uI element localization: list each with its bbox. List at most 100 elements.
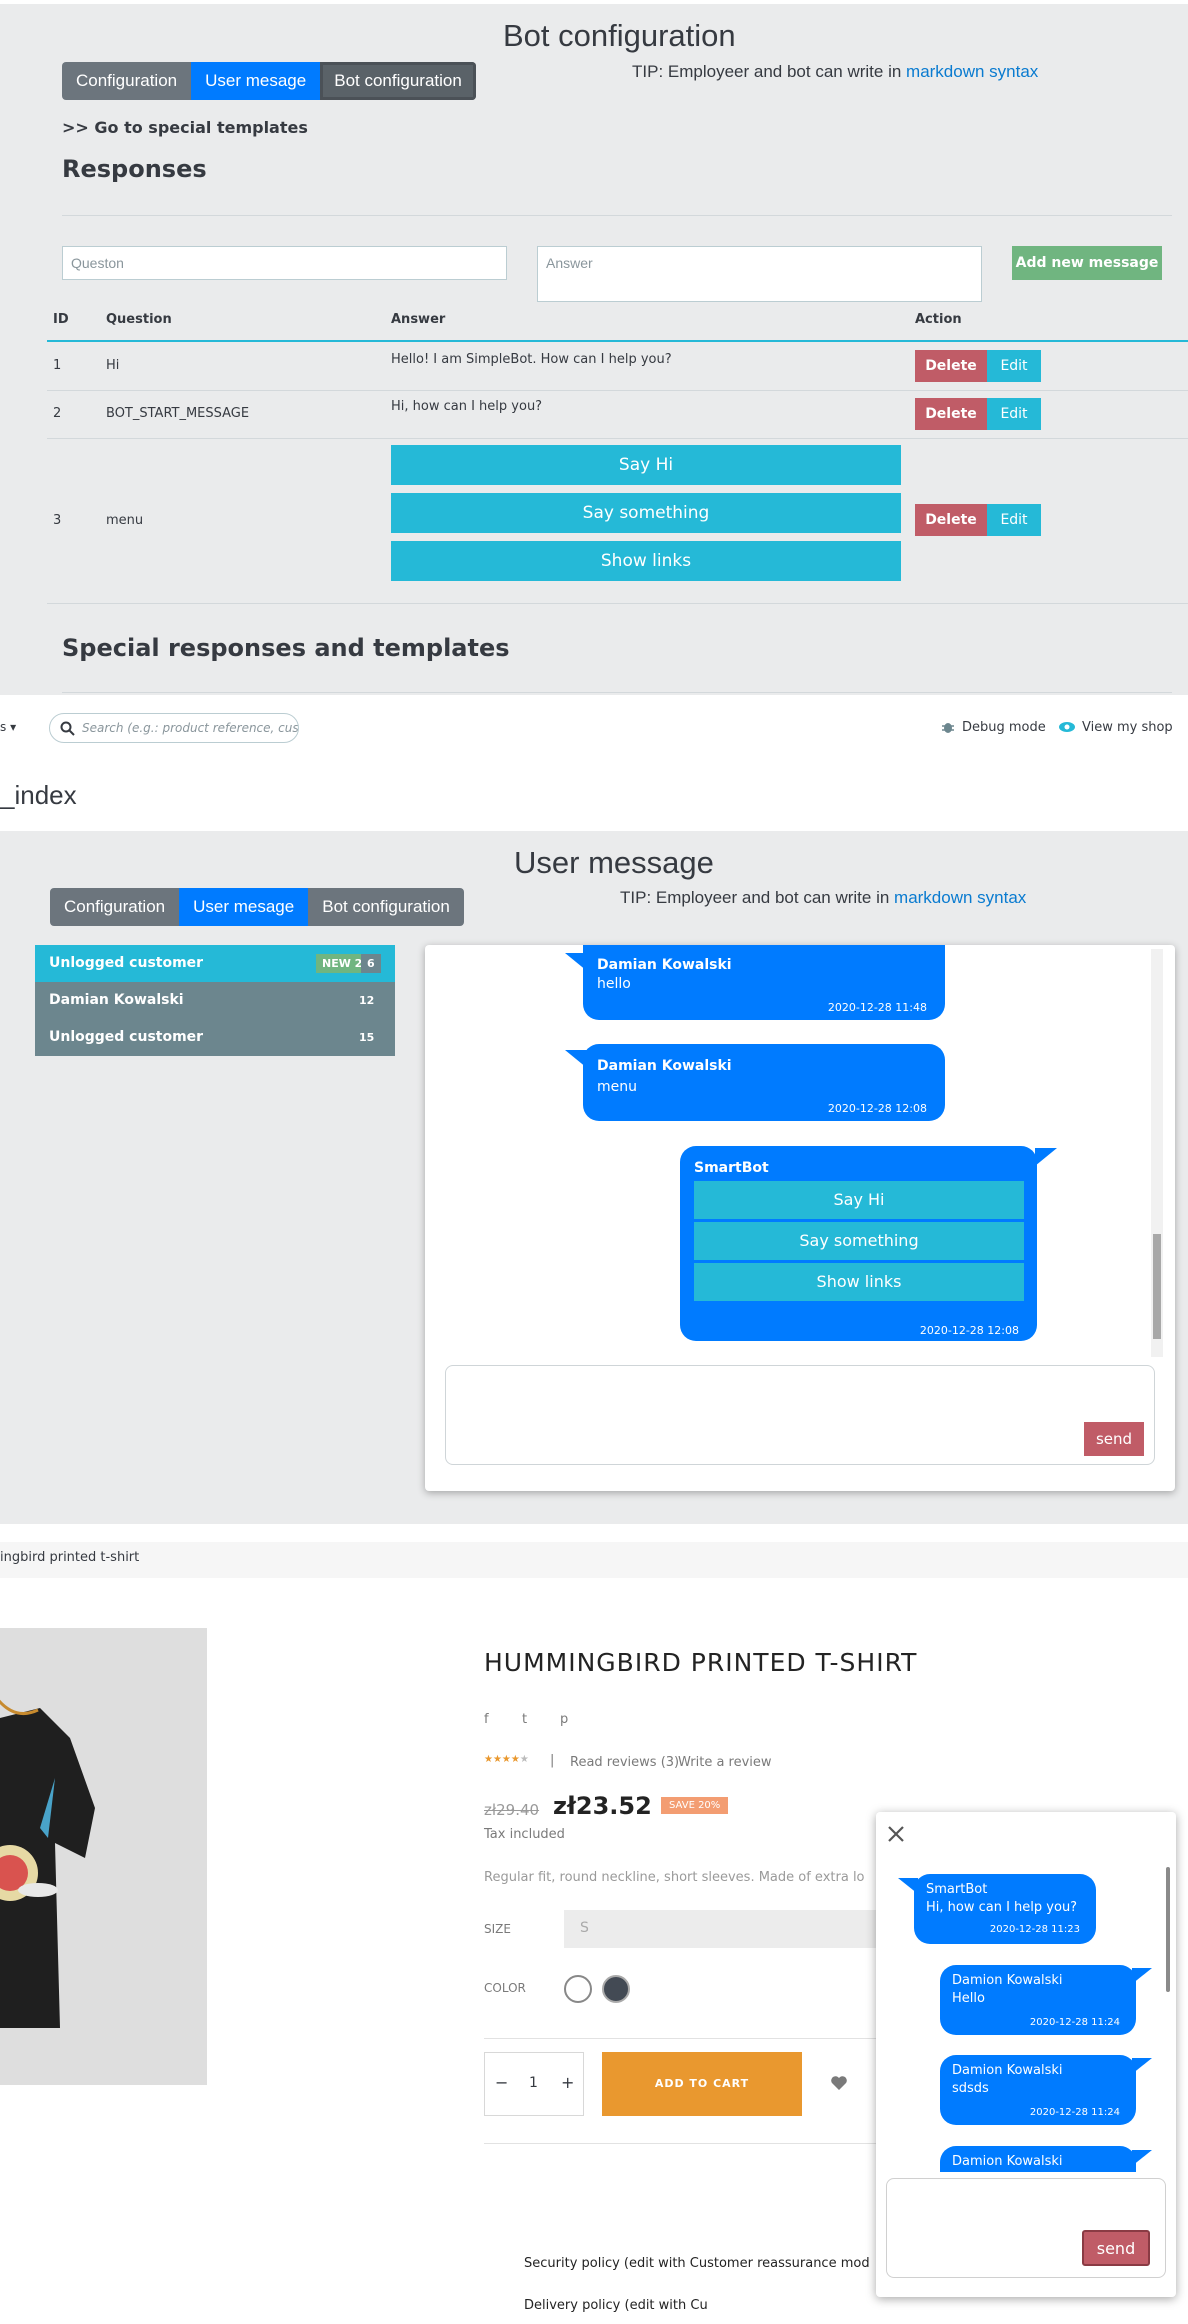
tip-label: TIP: Employeer and bot can write in [632, 62, 907, 81]
column-header-id: ID [53, 312, 69, 327]
color-swatch-dark[interactable] [602, 1975, 630, 2003]
delivery-policy: Delivery policy (edit with Cu [524, 2298, 708, 2313]
security-policy: Security policy (edit with Customer reas… [524, 2256, 870, 2271]
widget-messages: SmartBot Hi, how can I help you? 2020-12… [876, 1870, 1176, 2172]
product-image [0, 1628, 207, 2085]
read-reviews-link[interactable]: Read reviews (3) [570, 1755, 679, 1770]
color-swatch-white[interactable] [564, 1975, 592, 2003]
tab-bot-configuration[interactable]: Bot configuration [308, 888, 464, 926]
breadcrumb: ingbird printed t-shirt [0, 1542, 1188, 1578]
view-shop-link[interactable]: View my shop [1082, 720, 1173, 735]
message-sender: SmartBot [694, 1160, 769, 1176]
tab-configuration[interactable]: Configuration [50, 888, 180, 926]
discount-badge: SAVE 20% [661, 1797, 729, 1814]
send-button[interactable]: send [1082, 2230, 1150, 2266]
message-textarea[interactable] [445, 1365, 1155, 1465]
message-time: 2020-12-28 12:08 [919, 1324, 1019, 1337]
answer-button-show-links[interactable]: Show links [391, 541, 901, 581]
edit-button[interactable]: Edit [987, 504, 1041, 536]
tab-configuration[interactable]: Configuration [62, 62, 192, 100]
search-placeholder: Search (e.g.: product reference, custome [82, 721, 299, 735]
breadcrumb-item[interactable]: ingbird printed t-shirt [0, 1550, 139, 1565]
edit-button[interactable]: Edit [987, 398, 1041, 430]
divider [484, 2038, 876, 2039]
add-to-cart-button[interactable]: ADD TO CART [602, 2052, 802, 2116]
increment-button[interactable]: + [561, 2073, 574, 2092]
page-title: Bot configuration [503, 18, 736, 53]
quantity-stepper[interactable]: − 1 + [484, 2052, 584, 2116]
row-question: menu [106, 513, 144, 528]
chat-window: Damian Kowalski hello 2020-12-28 11:48 D… [425, 945, 1175, 1491]
tip-text: TIP: Employeer and bot can write in mark… [620, 888, 1026, 908]
bot-button-show-links[interactable]: Show links [694, 1263, 1024, 1301]
markdown-link[interactable]: markdown syntax [894, 888, 1026, 907]
bot-button-say-something[interactable]: Say something [694, 1222, 1024, 1260]
divider [484, 2143, 876, 2144]
count-badge: 15 [359, 1031, 375, 1044]
scrollbar-thumb[interactable] [1166, 1867, 1170, 1992]
answer-textarea[interactable]: Answer [537, 246, 982, 302]
size-select[interactable]: S [564, 1910, 876, 1948]
divider [62, 215, 1172, 216]
eye-icon [1059, 722, 1075, 732]
delete-button[interactable]: Delete [915, 350, 987, 382]
quantity-value: 1 [529, 2075, 538, 2091]
product-title: HUMMINGBIRD PRINTED T-SHIRT [484, 1648, 918, 1677]
markdown-link[interactable]: markdown syntax [906, 62, 1038, 81]
pinterest-icon[interactable]: p [560, 1712, 568, 1727]
search-input[interactable]: Search (e.g.: product reference, custome [49, 713, 299, 743]
size-value: S [580, 1920, 589, 1936]
special-responses-heading: Special responses and templates [62, 634, 510, 662]
chat-widget: SmartBot Hi, how can I help you? 2020-12… [876, 1812, 1176, 2297]
bot-button-say-hi[interactable]: Say Hi [694, 1181, 1024, 1219]
tab-user-message[interactable]: User mesage [191, 62, 321, 100]
message-text: menu [597, 1079, 637, 1095]
customer-item[interactable]: Unlogged customer NEW 2 6 [35, 945, 395, 982]
close-icon[interactable] [886, 1824, 906, 1844]
customer-item[interactable]: Unlogged customer 15 [35, 1019, 395, 1056]
tab-user-message[interactable]: User mesage [179, 888, 309, 926]
message-bubble: Damian Kowalski menu 2020-12-28 12:08 [583, 1044, 945, 1121]
responses-heading: Responses [62, 155, 207, 183]
customer-name: Unlogged customer [49, 1029, 204, 1045]
twitter-icon[interactable]: t [522, 1712, 527, 1727]
page-name-fragment: _index [0, 780, 77, 810]
answer-button-say-something[interactable]: Say something [391, 493, 901, 533]
message-bubble: Damion Kowalski Hello 2020-12-28 11:24 [940, 1965, 1136, 2035]
message-time: 2020-12-28 11:24 [1029, 2017, 1120, 2028]
delete-button[interactable]: Delete [915, 398, 987, 430]
column-header-answer: Answer [391, 312, 446, 327]
page-title: User message [514, 845, 714, 880]
facebook-icon[interactable]: f [484, 1712, 489, 1727]
add-new-message-button[interactable]: Add new message [1012, 246, 1162, 280]
row-question: Hi [106, 358, 120, 373]
message-text: sdsds [952, 2081, 989, 2096]
message-text: Hi, how can I help you? [926, 1900, 1078, 1915]
decrement-button[interactable]: − [495, 2073, 508, 2092]
message-text: Hello [952, 1991, 985, 2006]
bubble-tail [1035, 1148, 1057, 1166]
menu-fragment[interactable]: s ▾ [0, 720, 16, 734]
delete-button[interactable]: Delete [915, 504, 987, 536]
color-label: COLOR [484, 1981, 526, 1995]
edit-button[interactable]: Edit [987, 350, 1041, 382]
scrollbar-thumb[interactable] [1153, 1234, 1161, 1339]
question-input[interactable]: Queston [62, 246, 507, 280]
write-review-link[interactable]: Write a review [678, 1755, 772, 1770]
scrollbar[interactable] [1151, 949, 1163, 1357]
heart-icon[interactable] [830, 2075, 848, 2091]
message-bubble: SmartBot Hi, how can I help you? 2020-12… [914, 1874, 1096, 1944]
config-tabs: Configuration User mesage Bot configurat… [62, 62, 476, 100]
tab-bot-configuration[interactable]: Bot configuration [320, 62, 476, 100]
message-sender: Damian Kowalski [597, 1058, 732, 1074]
send-button[interactable]: send [1084, 1422, 1144, 1456]
search-icon [60, 721, 75, 736]
special-templates-link[interactable]: >> Go to special templates [62, 118, 308, 137]
old-price: zł29.40 [484, 1801, 540, 1819]
debug-mode-link[interactable]: Debug mode [962, 720, 1046, 735]
answer-button-say-hi[interactable]: Say Hi [391, 445, 901, 485]
customer-item[interactable]: Damian Kowalski 12 [35, 982, 395, 1019]
row-id: 2 [53, 406, 62, 421]
message-bubble: SmartBot Say Hi Say something Show links… [680, 1146, 1037, 1341]
bug-icon [942, 723, 954, 733]
